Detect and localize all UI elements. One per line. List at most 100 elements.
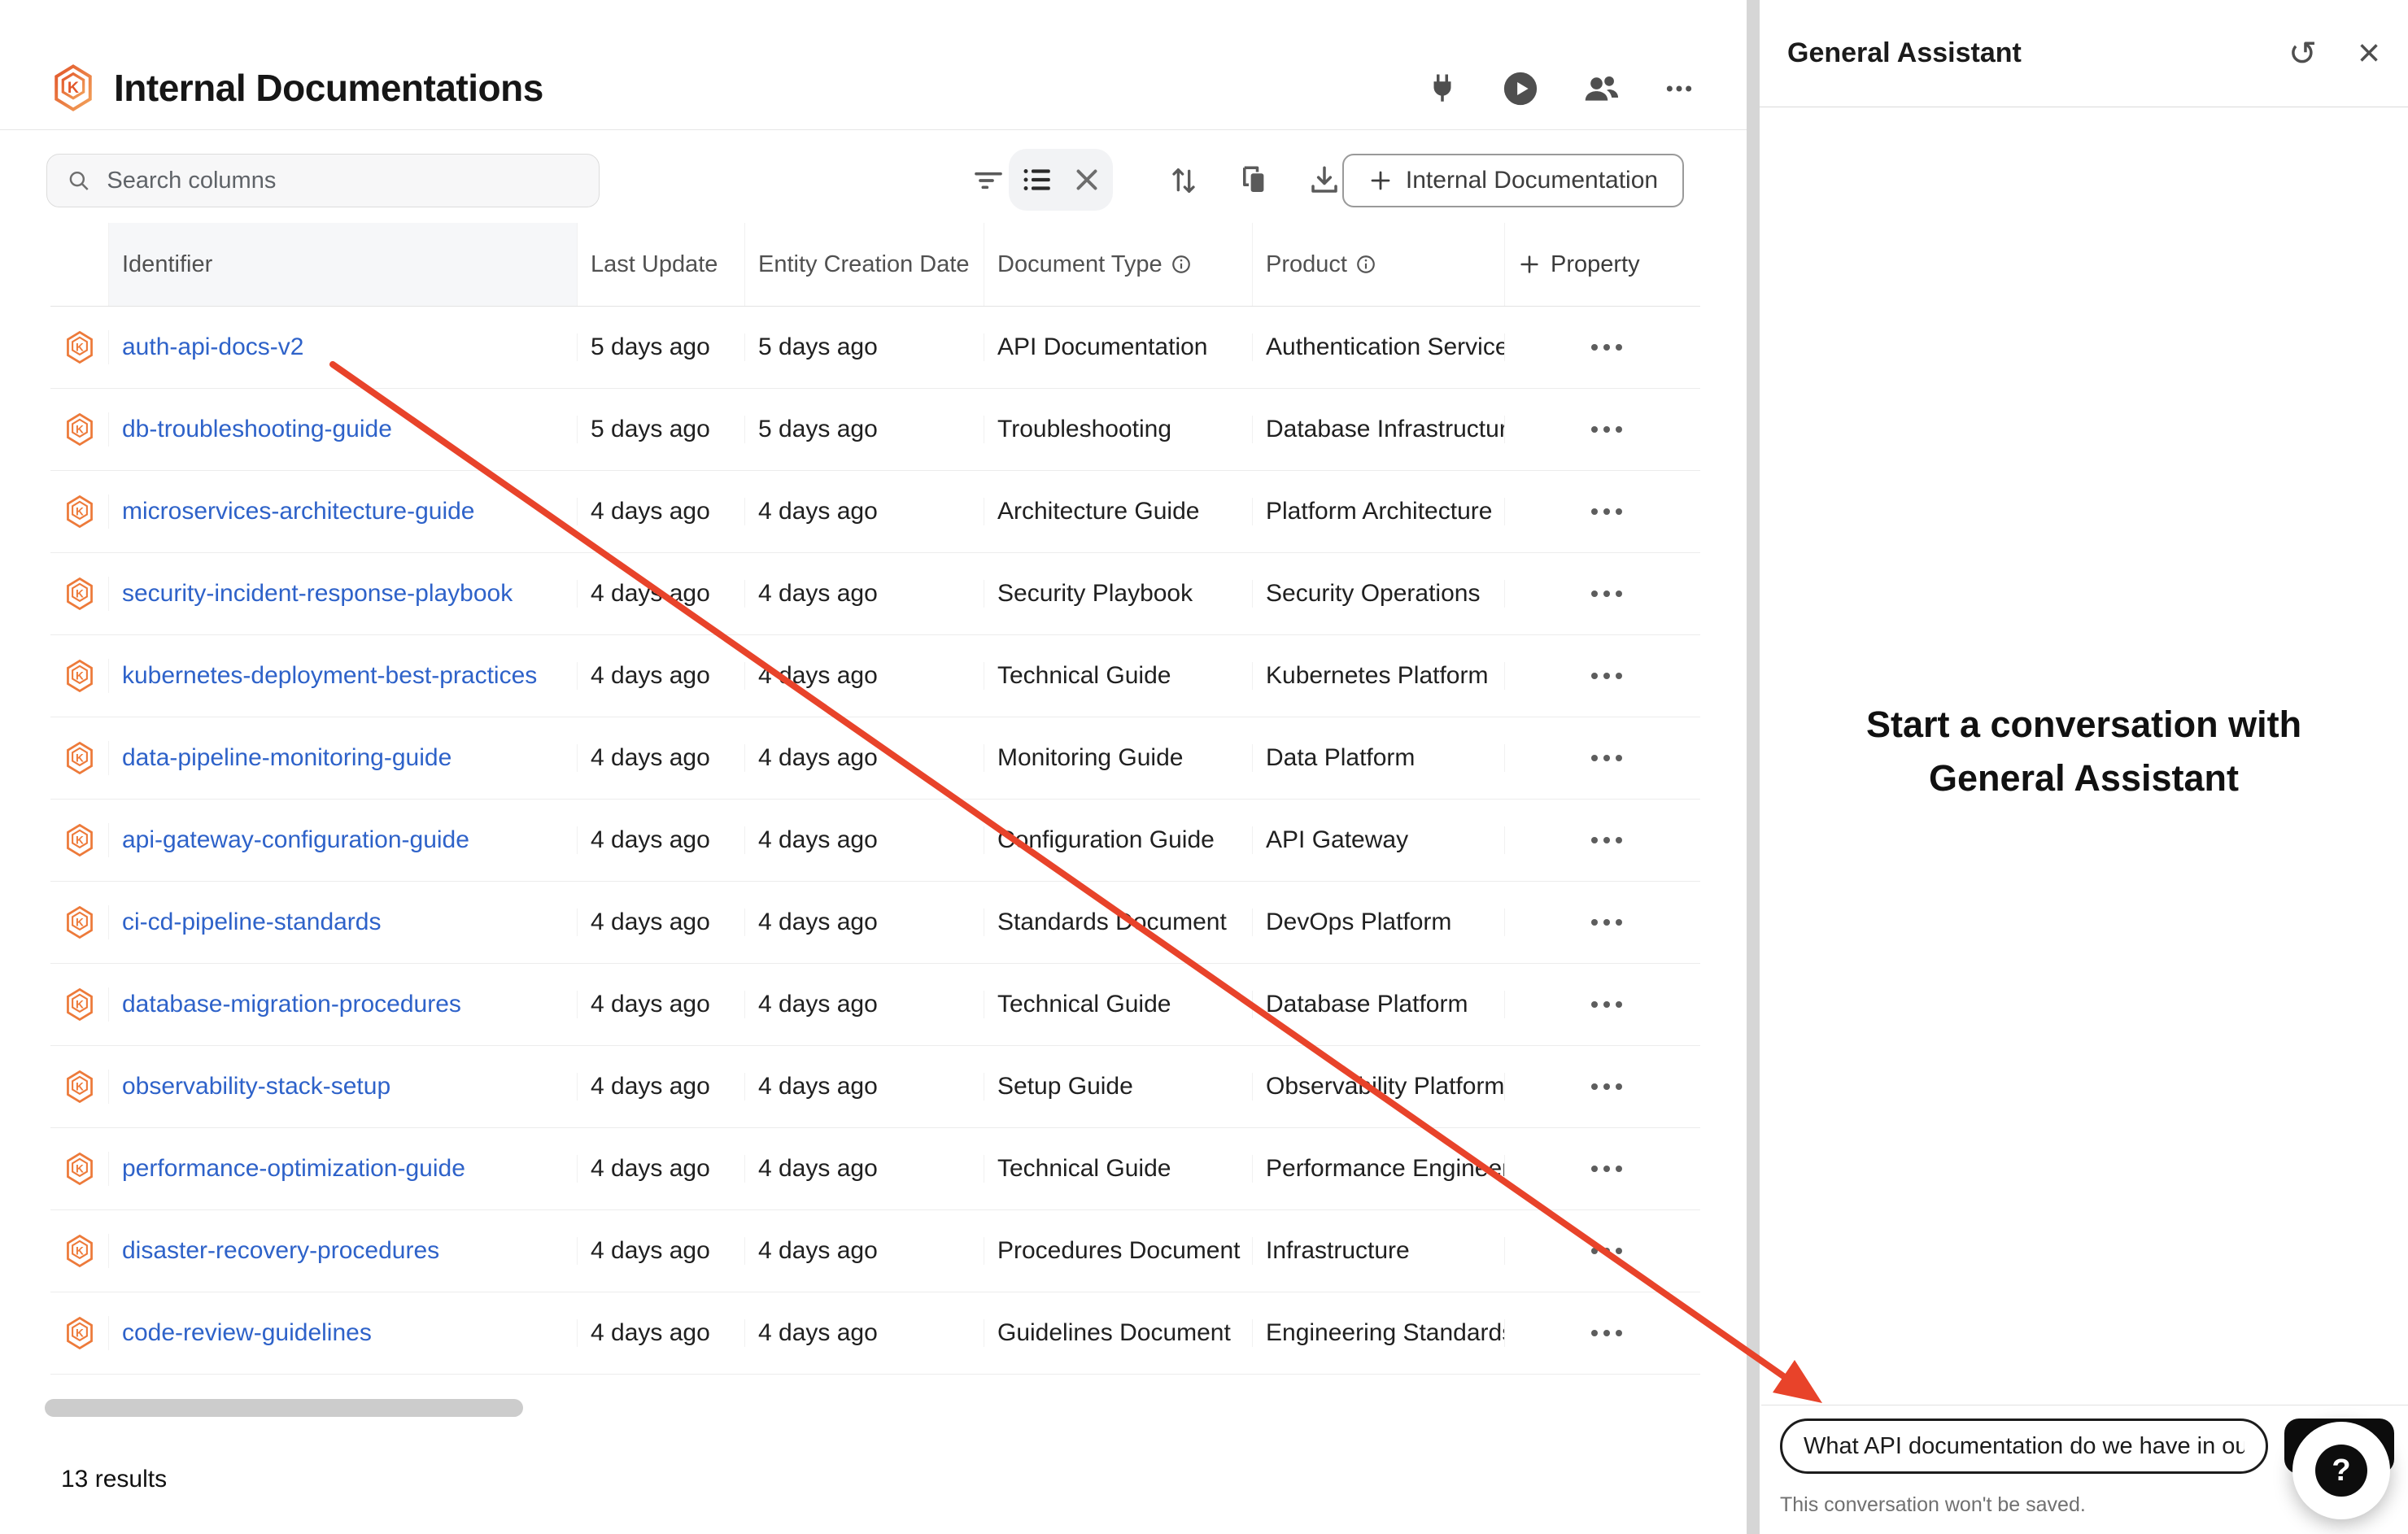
identifier-link[interactable]: microservices-architecture-guide — [122, 498, 474, 525]
identifier-link[interactable]: performance-optimization-guide — [122, 1155, 465, 1182]
row-more-options-button[interactable] — [1586, 1077, 1627, 1096]
row-icon-cell: K — [50, 330, 109, 364]
main-area: K Internal Documentations — [0, 0, 1749, 1534]
identifier-link[interactable]: observability-stack-setup — [122, 1073, 390, 1100]
entity-creation-cell: 4 days ago — [745, 744, 984, 772]
identifier-link[interactable]: security-incident-response-playbook — [122, 580, 513, 607]
identifier-link[interactable]: data-pipeline-monitoring-guide — [122, 744, 452, 771]
last-update-cell: 4 days ago — [578, 580, 745, 608]
assistant-title: General Assistant — [1787, 37, 2022, 69]
svg-text:K: K — [76, 752, 84, 765]
add-property-button[interactable]: Property — [1505, 223, 1700, 306]
column-header-identifier[interactable]: Identifier — [109, 223, 578, 306]
toolbar: Internal Documentation — [46, 154, 1700, 209]
horizontal-scrollbar[interactable] — [45, 1399, 523, 1417]
row-more-options-button[interactable] — [1586, 748, 1627, 768]
row-more-options-button[interactable] — [1586, 1241, 1627, 1261]
row-more-options-button[interactable] — [1586, 666, 1627, 686]
identifier-link[interactable]: code-review-guidelines — [122, 1319, 372, 1346]
identifier-link[interactable]: kubernetes-deployment-best-practices — [122, 662, 537, 689]
table-row: K security-incident-response-playbook 4 … — [50, 553, 1700, 635]
document-type-cell: Guidelines Document — [984, 1319, 1253, 1347]
column-header-product[interactable]: Product — [1253, 223, 1505, 306]
integration-plug-button[interactable] — [1425, 72, 1459, 106]
list-view-button[interactable] — [1020, 163, 1054, 197]
row-actions-cell — [1505, 584, 1700, 604]
column-header-entity-creation-date[interactable]: Entity Creation Date — [745, 223, 984, 306]
copy-icon — [1237, 163, 1272, 198]
row-more-options-button[interactable] — [1586, 995, 1627, 1014]
row-more-options-button[interactable] — [1586, 502, 1627, 521]
table-header-row: Identifier Last Update Entity Creation D… — [50, 223, 1700, 307]
identifier-link[interactable]: api-gateway-configuration-guide — [122, 826, 469, 853]
row-more-options-button[interactable] — [1586, 584, 1627, 604]
svg-text:K: K — [76, 424, 84, 436]
table-body: K auth-api-docs-v2 5 days ago 5 days ago… — [50, 307, 1700, 1375]
row-more-options-button[interactable] — [1586, 1159, 1627, 1179]
product-cell: Platform Architecture — [1253, 498, 1505, 525]
product-cell: Data Platform — [1253, 744, 1505, 772]
document-type-cell: Configuration Guide — [984, 826, 1253, 854]
row-icon-cell: K — [50, 741, 109, 775]
plus-icon — [1518, 253, 1541, 276]
results-count: 13 results — [61, 1466, 167, 1493]
row-more-options-button[interactable] — [1586, 420, 1627, 439]
row-more-options-button[interactable] — [1586, 913, 1627, 932]
document-type-cell: Procedures Document — [984, 1237, 1253, 1265]
entity-creation-cell: 5 days ago — [745, 416, 984, 443]
entity-creation-cell: 4 days ago — [745, 1237, 984, 1265]
last-update-cell: 4 days ago — [578, 1319, 745, 1347]
identifier-link[interactable]: db-troubleshooting-guide — [122, 416, 392, 442]
close-panel-button[interactable]: × — [2358, 34, 2380, 73]
row-icon-cell: K — [50, 1316, 109, 1350]
last-update-cell: 4 days ago — [578, 909, 745, 936]
asset-hexagon-icon: K — [63, 1316, 96, 1350]
help-bubble-button[interactable]: ? — [2292, 1422, 2390, 1519]
identifier-link[interactable]: auth-api-docs-v2 — [122, 333, 303, 360]
row-icon-cell: K — [50, 1152, 109, 1186]
header-icon-cell — [50, 223, 109, 306]
add-internal-documentation-button[interactable]: Internal Documentation — [1342, 154, 1684, 207]
users-button[interactable] — [1581, 71, 1621, 107]
row-actions-cell — [1505, 1241, 1700, 1261]
row-more-options-button[interactable] — [1586, 338, 1627, 357]
product-cell: Authentication Service — [1253, 333, 1505, 361]
page-header: K Internal Documentations — [50, 59, 543, 117]
empty-state-line2: General Assistant — [1760, 752, 2408, 805]
play-button[interactable] — [1502, 70, 1539, 107]
row-icon-cell: K — [50, 1234, 109, 1268]
last-update-cell: 5 days ago — [578, 416, 745, 443]
copy-button[interactable] — [1228, 154, 1281, 207]
row-more-options-button[interactable] — [1586, 1323, 1627, 1343]
identifier-link[interactable]: ci-cd-pipeline-standards — [122, 909, 382, 935]
row-more-options-button[interactable] — [1586, 830, 1627, 850]
last-update-cell: 4 days ago — [578, 744, 745, 772]
entity-creation-cell: 4 days ago — [745, 580, 984, 608]
table-row: K microservices-architecture-guide 4 day… — [50, 471, 1700, 553]
identifier-link[interactable]: disaster-recovery-procedures — [122, 1237, 439, 1264]
product-cell: Database Platform — [1253, 991, 1505, 1018]
app: K Internal Documentations — [0, 0, 2408, 1534]
column-header-document-type[interactable]: Document Type — [984, 223, 1253, 306]
assistant-message-input[interactable] — [1780, 1419, 2268, 1474]
row-actions-cell — [1505, 338, 1700, 357]
clear-view-button[interactable] — [1072, 165, 1101, 194]
panel-divider[interactable] — [1747, 0, 1760, 1534]
sort-button[interactable] — [1157, 154, 1211, 207]
last-update-cell: 4 days ago — [578, 662, 745, 690]
document-type-cell: Troubleshooting — [984, 416, 1253, 443]
identifier-link[interactable]: database-migration-procedures — [122, 991, 461, 1018]
column-header-last-update[interactable]: Last Update — [578, 223, 745, 306]
table-row: K disaster-recovery-procedures 4 days ag… — [50, 1210, 1700, 1292]
asset-hexagon-icon: K — [63, 495, 96, 529]
svg-text:K: K — [76, 342, 84, 354]
asset-hexagon-icon: K — [63, 1234, 96, 1268]
header-divider — [0, 129, 1749, 130]
reset-conversation-button[interactable]: ↺ — [2288, 37, 2317, 71]
search-input[interactable] — [105, 167, 579, 195]
table-row: K kubernetes-deployment-best-practices 4… — [50, 635, 1700, 717]
product-cell: Performance Engineering — [1253, 1155, 1505, 1183]
svg-text:K: K — [76, 670, 84, 682]
last-update-cell: 5 days ago — [578, 333, 745, 361]
more-options-button[interactable] — [1663, 72, 1695, 105]
